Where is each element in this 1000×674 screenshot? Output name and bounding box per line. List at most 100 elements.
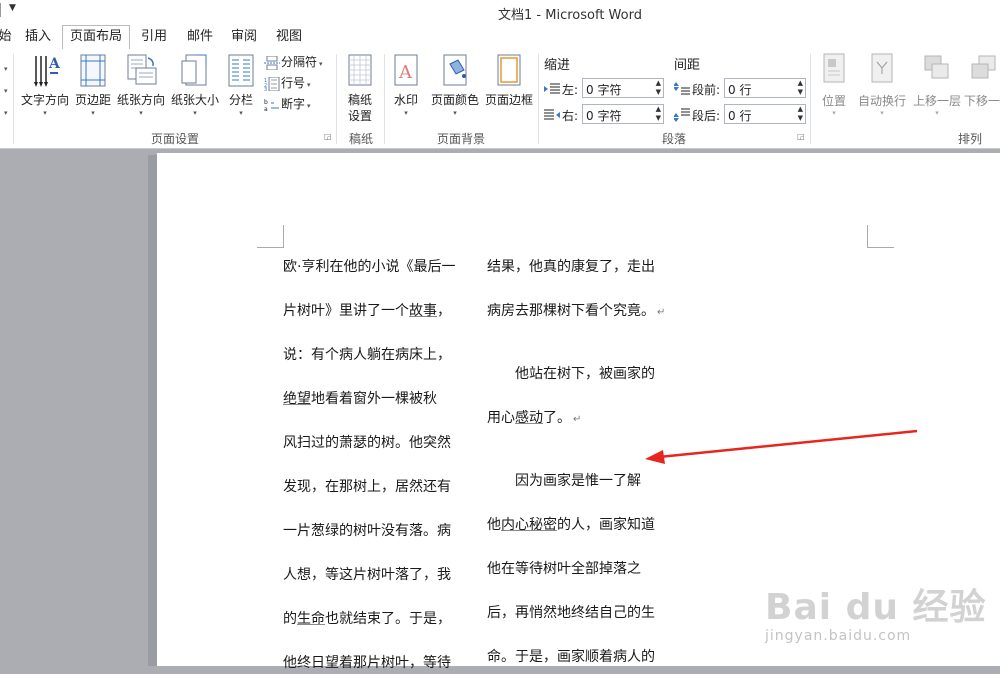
text-line: 他终日望着那片树叶，等待 bbox=[283, 652, 451, 674]
indent-left-input[interactable]: 0 字符 ▲ ▼ bbox=[582, 78, 664, 98]
tab-review[interactable]: 审阅 bbox=[226, 28, 262, 48]
orientation-button[interactable]: 纸张方向 ▾ bbox=[114, 52, 168, 118]
text-run: 因为画家是惟一了解 bbox=[487, 473, 641, 489]
line-numbers-button[interactable]: 1 2 3 行号 ▾ bbox=[264, 74, 311, 94]
text-run: 欧·亨利在他的小说《最后一 bbox=[283, 259, 456, 275]
text-run: 地看着窗外一棵被秋 bbox=[311, 391, 437, 407]
grid-paper-icon bbox=[343, 52, 377, 90]
hyphenation-button[interactable]: b a 断字 ▾ bbox=[264, 95, 311, 115]
page-borders-button[interactable]: 页面边框 bbox=[482, 52, 536, 108]
chevron-down-icon: ▾ bbox=[43, 109, 47, 117]
spacing-after-icon bbox=[674, 108, 690, 122]
spacing-heading: 间距 bbox=[674, 58, 701, 73]
hyphenation-icon: ba bbox=[264, 99, 279, 112]
page-color-button[interactable]: 页面颜色 ▾ bbox=[428, 52, 482, 118]
text-direction-icon: A bbox=[28, 52, 62, 90]
breaks-button[interactable]: 分隔符 ▾ bbox=[264, 53, 323, 73]
text-line: 病房去那棵树下看个究竟。 ↵ bbox=[487, 300, 665, 322]
text-run: 风扫过的萧瑟的树。他突然 bbox=[283, 435, 451, 451]
ribbon-tab-row: 始 插入 页面布局 引用 邮件 审阅 视图 bbox=[0, 24, 1000, 51]
text-run: 他在等待树叶全部掉落之 bbox=[487, 561, 641, 577]
wrap-text-icon bbox=[867, 52, 897, 86]
indent-left-row: 左: 0 字符 ▲ ▼ bbox=[544, 78, 666, 100]
margins-icon bbox=[76, 52, 110, 90]
text-line: 的生命也就结束了。于是， bbox=[283, 608, 451, 630]
svg-text:b: b bbox=[264, 99, 268, 106]
chevron-down-icon: ▾ bbox=[91, 109, 95, 117]
text-line: 后，再悄然地终结自己的生 bbox=[487, 602, 655, 624]
spin-arrows-icon[interactable]: ▲ ▼ bbox=[798, 105, 803, 123]
text-run: 的 bbox=[283, 611, 297, 627]
chevron-down-icon: ▾ bbox=[832, 109, 836, 117]
margins-button[interactable]: 页边距 ▾ bbox=[72, 52, 114, 118]
chevron-down-icon: ▾ bbox=[935, 109, 939, 117]
columns-button[interactable]: 分栏 ▾ bbox=[222, 52, 260, 118]
ribbon: ▾ ▾ ▾ A 文字方向 ▾ 页边距 ▾ 纸张方向 ▾ 纸张大小 ▾ 分栏 ▾ … bbox=[0, 50, 1000, 149]
chevron-down-icon: ▾ bbox=[453, 109, 457, 117]
text-line: 他在等待树叶全部掉落之 bbox=[487, 558, 641, 580]
spin-arrows-icon[interactable]: ▲ ▼ bbox=[798, 79, 803, 97]
chevron-down-icon: ▾ bbox=[193, 109, 197, 117]
svg-text:a: a bbox=[264, 106, 268, 112]
chevron-down-icon: ▾ bbox=[239, 109, 243, 117]
chevron-down-icon: ▾ bbox=[307, 102, 311, 110]
spin-arrows-icon[interactable]: ▲ ▼ bbox=[656, 105, 661, 123]
paint-bucket-icon bbox=[438, 52, 472, 90]
underlined-word: 生命 bbox=[297, 611, 325, 627]
text-line: 人想，等这片树叶落了，我 bbox=[283, 564, 451, 586]
crop-mark-top-left bbox=[257, 225, 284, 248]
tab-references[interactable]: 引用 bbox=[136, 28, 172, 48]
send-backward-button[interactable]: 下移一 bbox=[964, 52, 1000, 109]
paper-size-icon bbox=[178, 52, 212, 90]
watermark-button[interactable]: A 水印 ▾ bbox=[386, 52, 426, 118]
group-separator bbox=[384, 54, 385, 144]
text-run: 结果，他真的康复了，走出 bbox=[487, 259, 655, 275]
spacing-before-row: 段前: 0 行 ▲ ▼ bbox=[674, 78, 808, 100]
text-line: 说：有个病人躺在病床上， bbox=[283, 344, 451, 366]
indent-right-input[interactable]: 0 字符 ▲ ▼ bbox=[582, 104, 664, 124]
spacing-after-input[interactable]: 0 行 ▲ ▼ bbox=[724, 104, 806, 124]
position-button[interactable]: 位置 ▾ bbox=[816, 52, 852, 117]
chevron-down-icon: ▾ bbox=[307, 81, 311, 89]
wrap-text-button[interactable]: 自动换行 ▾ bbox=[856, 52, 908, 117]
text-run: 他终日望着那片树叶，等待 bbox=[283, 655, 451, 671]
page-break-icon bbox=[264, 55, 280, 70]
page-setup-launcher-icon[interactable]: ◲ bbox=[324, 132, 332, 141]
text-run: 病房去那棵树下看个究竟。 bbox=[487, 303, 655, 319]
text-run: 他站在树下，被画家的 bbox=[487, 366, 655, 382]
paragraph-mark-icon: ↵ bbox=[573, 414, 582, 425]
group-label-page-setup: 页面设置 bbox=[150, 132, 199, 146]
text-line: 因为画家是惟一了解 bbox=[487, 470, 641, 492]
text-line: 他站在树下，被画家的 bbox=[487, 363, 655, 385]
bring-forward-button[interactable]: 上移一层 ▾ bbox=[910, 52, 964, 117]
size-button[interactable]: 纸张大小 ▾ bbox=[168, 52, 222, 118]
underlined-word: 绝望 bbox=[283, 391, 311, 407]
text-line: 结果，他真的康复了，走出 bbox=[487, 256, 655, 278]
text-line: 发现，在那树上，居然还有 bbox=[283, 476, 451, 498]
spacing-before-input[interactable]: 0 行 ▲ ▼ bbox=[724, 78, 806, 98]
truncated-group-dropdown[interactable]: ▾ bbox=[2, 80, 8, 100]
text-line: 片树叶》里讲了一个故事， bbox=[283, 300, 451, 322]
indent-left-icon bbox=[544, 83, 560, 94]
baidu-logo: Bai du 经验 bbox=[765, 587, 987, 628]
chevron-down-icon: ▾ bbox=[404, 109, 408, 117]
group-separator bbox=[13, 54, 14, 144]
truncated-group-dropdown[interactable]: ▾ bbox=[2, 58, 8, 78]
spin-arrows-icon[interactable]: ▲ ▼ bbox=[656, 79, 661, 97]
paragraph-launcher-icon[interactable]: ◲ bbox=[797, 132, 805, 141]
indent-right-row: 右: 0 字符 ▲ ▼ bbox=[544, 104, 666, 126]
text-direction-button[interactable]: A 文字方向 ▾ bbox=[18, 52, 72, 118]
tab-mailings[interactable]: 邮件 bbox=[182, 28, 218, 48]
text-run: 人想，等这片树叶落了，我 bbox=[283, 567, 451, 583]
draft-paper-settings-button[interactable]: 稿纸 设置 bbox=[340, 52, 380, 124]
tab-view[interactable]: 视图 bbox=[271, 28, 307, 48]
group-label-draft-paper: 稿纸 bbox=[348, 132, 373, 146]
crop-mark-top-right bbox=[867, 225, 894, 248]
tab-home[interactable]: 始 bbox=[0, 28, 14, 48]
position-icon bbox=[819, 52, 849, 86]
tab-insert[interactable]: 插入 bbox=[20, 28, 56, 48]
tab-page-layout[interactable]: 页面布局 bbox=[62, 25, 130, 49]
text-run: 了。 bbox=[543, 410, 571, 426]
truncated-group-dropdown[interactable]: ▾ bbox=[2, 102, 8, 122]
text-run: 命。于是，画家顺着病人的 bbox=[487, 649, 655, 665]
